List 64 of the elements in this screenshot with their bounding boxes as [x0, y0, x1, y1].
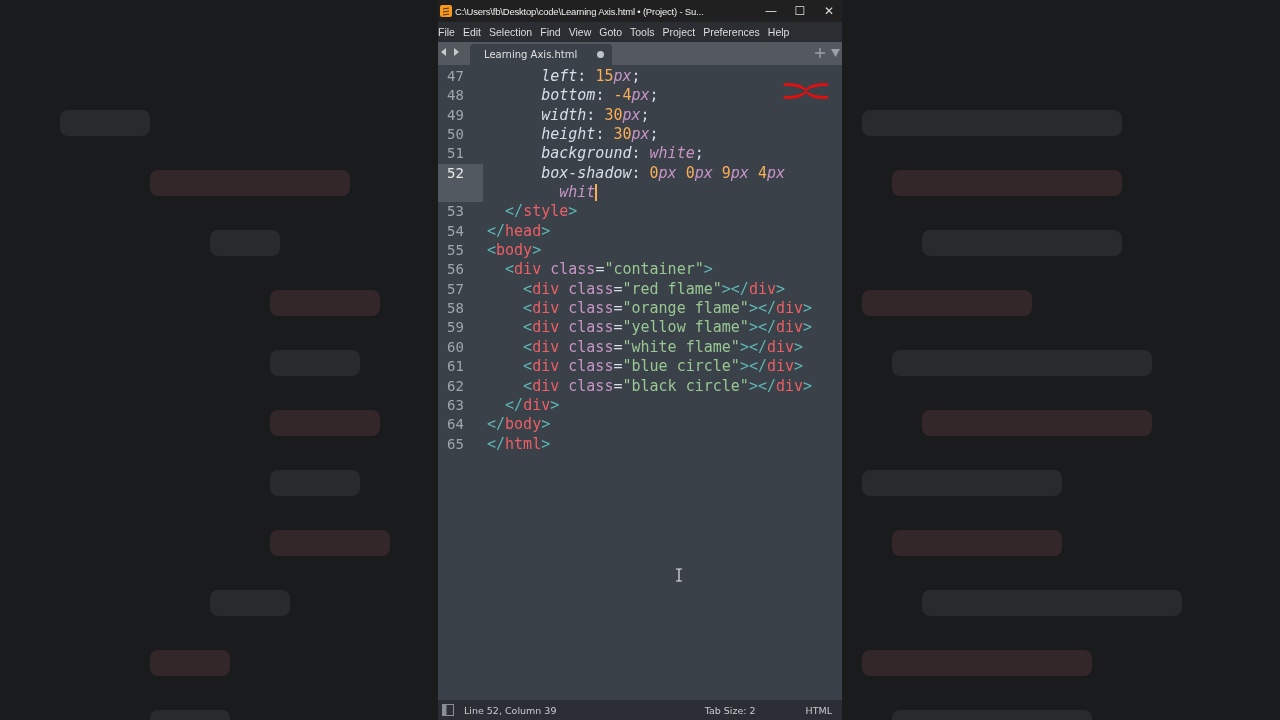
cursor-position: Line 52, Column 39: [464, 704, 557, 716]
menu-item[interactable]: Find: [536, 26, 565, 38]
logo-icon: [783, 80, 829, 102]
line-number: 52: [446, 164, 464, 181]
code-line: box-shadow: 0px 0px 9px 4px: [540, 163, 786, 184]
minimize-button[interactable]: —: [758, 0, 784, 22]
code-line: <div class="black circle"></div>: [522, 376, 813, 396]
code-line: height: 30px;: [540, 125, 659, 145]
code-line: <div class="white flame"></div>: [522, 337, 804, 358]
text-cursor-icon: [675, 568, 683, 582]
menu-item[interactable]: Project: [658, 26, 700, 38]
line-number: 58: [446, 300, 464, 317]
panel-icon[interactable]: [442, 704, 454, 716]
code-line: whit: [558, 183, 596, 203]
menu-item[interactable]: Help: [763, 26, 794, 38]
menu-item[interactable]: File: [438, 26, 459, 38]
line-number: 61: [446, 358, 464, 375]
window-title: C:\Users\fb\Desktop\code\Learning Axis.html • (Project) - Su...: [455, 5, 705, 17]
code-line: </style>: [504, 202, 578, 222]
new-tab-icon[interactable]: [815, 48, 825, 58]
line-number: 49: [446, 106, 464, 123]
line-number: 65: [446, 435, 464, 452]
code-line: <div class="red flame"></div>: [522, 279, 786, 300]
code-line: <div class="yellow flame"></div>: [522, 318, 813, 338]
code-line: </div>: [504, 395, 560, 416]
line-number: 57: [446, 280, 464, 297]
line-number: 59: [446, 319, 464, 336]
app-icon: [440, 5, 452, 17]
dropdown-icon[interactable]: [831, 49, 840, 57]
line-number: 50: [446, 126, 464, 143]
line-number: 47: [446, 68, 464, 84]
code-line: bottom: -4px;: [540, 86, 659, 106]
syntax-mode[interactable]: HTML: [805, 704, 832, 716]
tab-size[interactable]: Tab Size: 2: [704, 704, 756, 716]
line-number: 64: [446, 416, 464, 433]
code-line: </html>: [487, 434, 551, 454]
code-line: <div class="container">: [504, 260, 713, 280]
code-line: background: white;: [540, 144, 704, 164]
code-line: </head>: [487, 221, 551, 242]
file-tab[interactable]: Learning Axis.html: [470, 44, 612, 65]
code-line: <div class="blue circle"></div>: [522, 357, 804, 377]
code-line: </body>: [487, 415, 551, 435]
code-line: width: 30px;: [540, 105, 650, 126]
text-caret: [595, 184, 598, 202]
menu-item[interactable]: Edit: [458, 26, 485, 38]
line-number: 53: [446, 203, 464, 220]
menu-item[interactable]: Selection: [485, 26, 537, 38]
line-number: 56: [446, 261, 464, 278]
code-line: left: 15px;: [540, 67, 641, 87]
menu-item[interactable]: Tools: [626, 26, 659, 38]
line-number: 63: [446, 396, 464, 413]
line-number: 54: [446, 222, 464, 239]
line-number: 62: [446, 377, 464, 394]
line-number: 51: [446, 145, 464, 162]
line-number: 55: [446, 242, 464, 259]
code-line: <body>: [487, 241, 542, 261]
code-line: <div class="orange flame"></div>: [522, 299, 813, 319]
line-number: 60: [446, 338, 464, 355]
menu-item[interactable]: Preferences: [699, 26, 764, 38]
line-number: 48: [446, 87, 464, 104]
maximize-button[interactable]: ☐: [787, 0, 813, 22]
close-button[interactable]: ✕: [816, 0, 842, 22]
menu-item[interactable]: View: [564, 26, 596, 38]
menu-item[interactable]: Goto: [595, 26, 626, 38]
